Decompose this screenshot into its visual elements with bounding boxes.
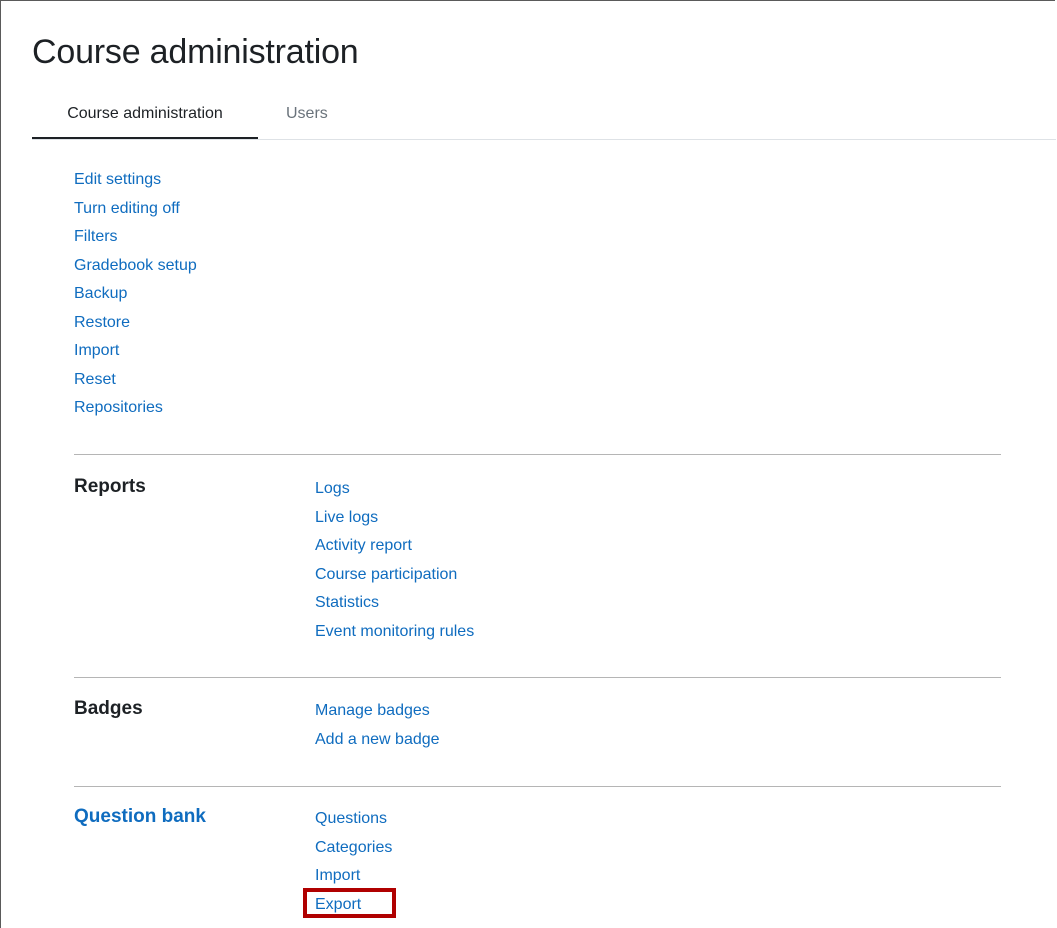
list-item: Edit settings — [74, 166, 197, 195]
course-admin-links: Edit settings Turn editing off Filters G… — [74, 166, 197, 423]
logs-link[interactable]: Logs — [315, 480, 350, 497]
badges-links: Manage badges Add a new badge — [315, 697, 440, 754]
list-item: Logs — [315, 475, 474, 504]
list-item: Repositories — [74, 394, 197, 423]
badges-heading: Badges — [74, 698, 143, 719]
questions-link[interactable]: Questions — [315, 810, 387, 827]
reset-link[interactable]: Reset — [74, 371, 116, 388]
list-item: Import — [74, 337, 197, 366]
turn-editing-off-link[interactable]: Turn editing off — [74, 200, 180, 217]
tab-course-administration[interactable]: Course administration — [32, 97, 258, 139]
list-item: Event monitoring rules — [315, 618, 474, 647]
manage-badges-link[interactable]: Manage badges — [315, 702, 430, 719]
reports-links: Logs Live logs Activity report Course pa… — [315, 475, 474, 646]
live-logs-link[interactable]: Live logs — [315, 509, 378, 526]
edit-settings-link[interactable]: Edit settings — [74, 171, 161, 188]
event-monitoring-rules-link[interactable]: Event monitoring rules — [315, 623, 474, 640]
list-item: Course participation — [315, 561, 474, 590]
list-item: Add a new badge — [315, 726, 440, 755]
list-item: Turn editing off — [74, 195, 197, 224]
list-item: Import — [315, 862, 392, 891]
list-item: Live logs — [315, 504, 474, 533]
section-divider — [74, 677, 1001, 678]
section-divider — [74, 786, 1001, 787]
import-link[interactable]: Import — [74, 342, 119, 359]
tab-users[interactable]: Users — [286, 97, 336, 139]
list-item: Questions — [315, 805, 392, 834]
export-highlight-box — [303, 888, 396, 918]
gradebook-setup-link[interactable]: Gradebook setup — [74, 257, 197, 274]
restore-link[interactable]: Restore — [74, 314, 130, 331]
list-item: Manage badges — [315, 697, 440, 726]
list-item: Backup — [74, 280, 197, 309]
activity-report-link[interactable]: Activity report — [315, 537, 412, 554]
add-new-badge-link[interactable]: Add a new badge — [315, 731, 440, 748]
categories-link[interactable]: Categories — [315, 839, 392, 856]
list-item: Reset — [74, 366, 197, 395]
course-participation-link[interactable]: Course participation — [315, 566, 457, 583]
course-administration-page: Course administration Course administrat… — [0, 0, 1056, 928]
repositories-link[interactable]: Repositories — [74, 399, 163, 416]
backup-link[interactable]: Backup — [74, 285, 127, 302]
page-title: Course administration — [32, 33, 359, 71]
list-item: Gradebook setup — [74, 252, 197, 281]
list-item: Statistics — [315, 589, 474, 618]
statistics-link[interactable]: Statistics — [315, 594, 379, 611]
question-import-link[interactable]: Import — [315, 867, 360, 884]
reports-heading: Reports — [74, 476, 146, 497]
tab-bar: Course administration Users — [32, 97, 1056, 140]
list-item: Categories — [315, 834, 392, 863]
question-bank-heading[interactable]: Question bank — [74, 803, 206, 831]
list-item: Filters — [74, 223, 197, 252]
filters-link[interactable]: Filters — [74, 228, 118, 245]
list-item: Activity report — [315, 532, 474, 561]
list-item: Restore — [74, 309, 197, 338]
section-divider — [74, 454, 1001, 455]
